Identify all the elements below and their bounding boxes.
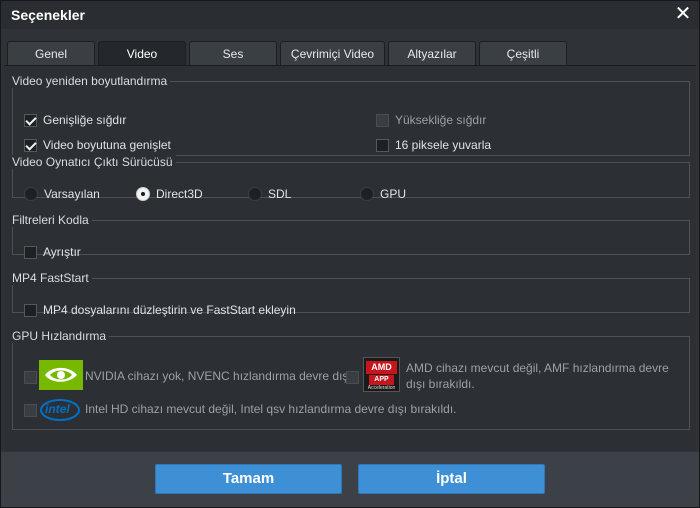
tab-audio[interactable]: Ses (189, 41, 277, 66)
title-bar: Seçenekler ✕ (1, 1, 699, 29)
options-dialog: Seçenekler ✕ Genel Video Ses Çevrimiçi V… (0, 0, 700, 508)
renderer-default-label: Varsayılan (44, 187, 100, 201)
tab-video[interactable]: Video (98, 41, 186, 66)
fit-width-checkbox[interactable] (24, 113, 37, 127)
dialog-title: Seçenekler (11, 7, 85, 23)
faststart-checkbox[interactable] (24, 303, 37, 317)
round16-option[interactable]: 16 piksele yuvarla (376, 137, 491, 153)
fit-width-option[interactable]: Genişliğe sığdır (24, 112, 126, 128)
cancel-button[interactable]: İptal (358, 464, 545, 494)
faststart-label: MP4 dosyalarını düzleştirin ve FastStart… (43, 303, 296, 317)
renderer-gpu-label: GPU (380, 187, 407, 201)
mp4-legend: MP4 FastStart (12, 271, 92, 285)
tab-online-video[interactable]: Çevrimiçi Video (280, 41, 385, 66)
gpu-group: GPU Hızlandırma NVIDIA cihazı yok, NVENC… (12, 329, 690, 430)
expand-video-label: Video boyutuna genişlet (43, 138, 171, 152)
amd-logo-sub2: Acceleration (367, 385, 396, 391)
amd-logo-sub: APP (369, 375, 394, 385)
renderer-default-radio[interactable] (24, 187, 38, 201)
renderer-sdl-label: SDL (268, 187, 292, 201)
filters-legend: Filtreleri Kodla (12, 213, 92, 227)
intel-checkbox[interactable] (24, 404, 37, 417)
gpu-legend: GPU Hızlandırma (12, 329, 110, 343)
mp4-group: MP4 FastStart MP4 dosyalarını düzleştiri… (12, 271, 690, 317)
renderer-group: Video Oynatıcı Çıktı Sürücüsü Varsayılan… (12, 155, 690, 201)
fit-height-checkbox[interactable] (376, 113, 389, 127)
renderer-direct3d-option[interactable]: Direct3D (136, 186, 203, 202)
renderer-gpu-option[interactable]: GPU (360, 186, 406, 202)
filters-group: Filtreleri Kodla Ayrıştır (12, 213, 690, 259)
deinterlace-checkbox[interactable] (24, 245, 37, 259)
deinterlace-option[interactable]: Ayrıştır (24, 244, 81, 260)
renderer-direct3d-radio[interactable] (136, 187, 150, 201)
fit-height-label: Yüksekliğe sığdır (395, 113, 487, 127)
tab-misc[interactable]: Çeşitli (479, 41, 567, 66)
resize-legend: Video yeniden boyutlandırma (12, 74, 171, 88)
renderer-direct3d-label: Direct3D (156, 187, 203, 201)
round16-checkbox[interactable] (376, 138, 389, 152)
dialog-footer: Tamam İptal (1, 452, 699, 507)
fit-height-option[interactable]: Yüksekliğe sığdır (376, 112, 486, 128)
nvidia-status-label: NVIDIA cihazı yok, NVENC hızlandırma dev… (85, 369, 356, 383)
resize-group: Video yeniden boyutlandırma Genişliğe sı… (12, 74, 690, 156)
video-settings-panel: Video yeniden boyutlandırma Genişliğe sı… (4, 65, 696, 451)
renderer-legend: Video Oynatıcı Çıktı Sürücüsü (12, 155, 176, 169)
faststart-option[interactable]: MP4 dosyalarını düzleştirin ve FastStart… (24, 302, 296, 318)
deinterlace-label: Ayrıştır (43, 245, 81, 259)
amd-logo-text: AMD (366, 361, 397, 374)
amd-checkbox[interactable] (346, 371, 359, 384)
intel-status-label: Intel HD cihazı mevcut değil, Intel qsv … (85, 402, 457, 416)
amd-app-logo-icon: AMD APP Acceleration (363, 357, 400, 392)
round16-label: 16 piksele yuvarla (395, 138, 492, 152)
intel-logo-text: intel (45, 402, 70, 416)
expand-video-option[interactable]: Video boyutuna genişlet (24, 137, 171, 153)
expand-video-checkbox[interactable] (24, 138, 37, 152)
renderer-default-option[interactable]: Varsayılan (24, 186, 100, 202)
renderer-sdl-radio[interactable] (248, 187, 262, 201)
fit-width-label: Genişliğe sığdır (43, 113, 127, 127)
ok-button[interactable]: Tamam (155, 464, 342, 494)
nvidia-checkbox[interactable] (24, 371, 37, 384)
tab-subtitles[interactable]: Altyazılar (388, 41, 476, 66)
renderer-gpu-radio[interactable] (360, 187, 374, 201)
close-icon[interactable]: ✕ (673, 4, 693, 24)
renderer-sdl-option[interactable]: SDL (248, 186, 291, 202)
intel-logo-icon: intel (39, 397, 81, 423)
tab-general[interactable]: Genel (7, 41, 95, 66)
nvidia-logo-icon (39, 360, 83, 390)
amd-status-label: AMD cihazı mevcut değil, AMF hızlandırma… (406, 361, 669, 391)
